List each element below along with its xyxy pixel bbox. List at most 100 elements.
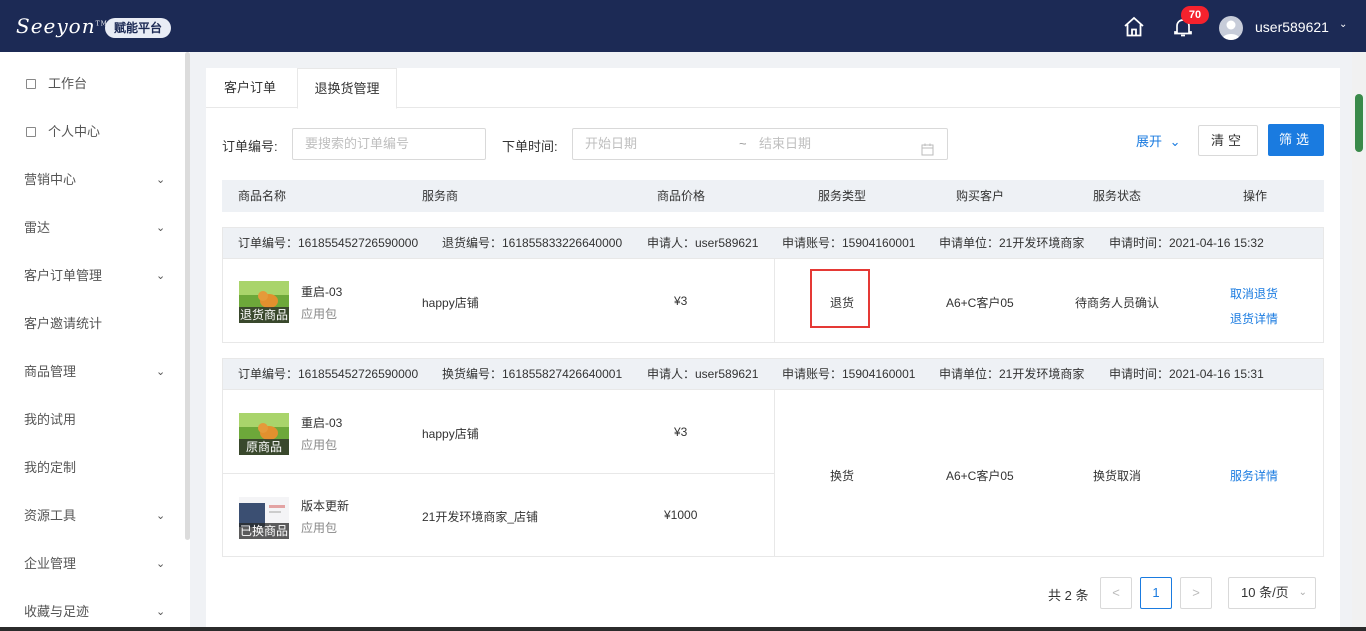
sidebar-item-workbench[interactable]: 工作台 bbox=[0, 60, 186, 108]
top-bar: SeeyonTM 赋能平台 70 user589621 ⌄ bbox=[0, 0, 1366, 52]
service-provider: 21开发环境商家_店铺 bbox=[422, 510, 539, 524]
product-thumbnail[interactable]: 原商品 bbox=[239, 413, 289, 455]
order-no-input[interactable]: 要搜索的订单编号 bbox=[292, 128, 486, 160]
tab-customer-orders[interactable]: 客户订单 bbox=[206, 68, 294, 108]
expand-label: 展开 bbox=[1136, 134, 1163, 149]
start-date-input[interactable]: 开始日期 bbox=[585, 129, 637, 159]
order-header: 订单编号：161855452726590000 换货编号：16185582742… bbox=[222, 358, 1324, 390]
sidebar-item-my-trials[interactable]: 我的试用 bbox=[0, 396, 186, 444]
sidebar-item-label: 营销中心 bbox=[24, 172, 77, 187]
calendar-icon bbox=[921, 137, 934, 156]
column-header: 服务类型 bbox=[818, 189, 867, 203]
tab-bar: 客户订单 退换货管理 bbox=[206, 68, 1340, 109]
avatar[interactable] bbox=[1219, 16, 1243, 40]
sidebar-item-product-management[interactable]: 商品管理 ⌄ bbox=[0, 348, 186, 396]
chevron-down-icon: ⌄ bbox=[1169, 134, 1181, 149]
square-icon bbox=[26, 79, 36, 89]
prev-page-button[interactable]: < bbox=[1100, 577, 1132, 609]
product-type: 应用包 bbox=[301, 521, 338, 535]
product-type: 应用包 bbox=[301, 438, 338, 452]
apply-time: 申请时间：2021-04-16 15:31 bbox=[1109, 367, 1264, 381]
service-details-link[interactable]: 服务详情 bbox=[1230, 467, 1278, 484]
sidebar-item-label: 雷达 bbox=[24, 220, 51, 235]
column-header: 操作 bbox=[1243, 189, 1268, 203]
sidebar-item-enterprise[interactable]: 企业管理 ⌄ bbox=[0, 540, 186, 588]
product-name[interactable]: 重启-03 bbox=[301, 283, 342, 300]
sidebar-item-invite-stats[interactable]: 客户邀请统计 bbox=[0, 300, 186, 348]
sidebar-item-my-customization[interactable]: 我的定制 bbox=[0, 444, 186, 492]
thumbnail-label: 已换商品 bbox=[239, 523, 289, 539]
buyer-customer: A6+C客户05 bbox=[946, 296, 1014, 310]
seeyon-logo[interactable]: SeeyonTM bbox=[16, 14, 108, 38]
home-icon[interactable] bbox=[1122, 15, 1146, 39]
product-thumbnail[interactable]: 退货商品 bbox=[239, 281, 289, 323]
sidebar-item-marketing[interactable]: 营销中心 ⌄ bbox=[0, 156, 186, 204]
sidebar-item-resource-tools[interactable]: 资源工具 ⌄ bbox=[0, 492, 186, 540]
sidebar-item-label: 我的定制 bbox=[24, 460, 77, 475]
sidebar-item-favorites[interactable]: 收藏与足迹 ⌄ bbox=[0, 588, 186, 631]
thumbnail-label: 退货商品 bbox=[239, 307, 289, 323]
row-divider bbox=[223, 473, 774, 474]
sidebar-item-personal-center[interactable]: 个人中心 bbox=[0, 108, 186, 156]
order-no-placeholder: 要搜索的订单编号 bbox=[305, 136, 410, 151]
window-bottom-edge bbox=[0, 627, 1366, 631]
chevron-down-icon: ⌄ bbox=[1298, 587, 1307, 598]
buyer-customer: A6+C客户05 bbox=[946, 469, 1014, 483]
table-header: 商品名称 服务商 商品价格 服务类型 购买客户 服务状态 操作 bbox=[222, 180, 1324, 212]
date-range-separator: ~ bbox=[739, 136, 747, 151]
return-details-link[interactable]: 退货详情 bbox=[1230, 310, 1278, 327]
platform-badge: 赋能平台 bbox=[105, 18, 172, 38]
product-name[interactable]: 重启-03 bbox=[301, 414, 342, 431]
expand-button[interactable]: 展开 ⌄ bbox=[1136, 131, 1181, 150]
service-number: 退货编号：161855833226640000 bbox=[442, 236, 623, 250]
chevron-down-icon: ⌄ bbox=[156, 270, 166, 282]
chevron-down-icon: ⌄ bbox=[156, 510, 166, 522]
username[interactable]: user589621 bbox=[1255, 19, 1329, 35]
apply-account: 申请账号：15904160001 bbox=[782, 236, 916, 250]
product-type: 应用包 bbox=[301, 307, 338, 321]
thumbnail-label: 原商品 bbox=[239, 439, 289, 455]
product-price: ¥3 bbox=[674, 425, 688, 439]
sidebar-item-customer-orders[interactable]: 客户订单管理 ⌄ bbox=[0, 252, 186, 300]
sidebar-item-label: 工作台 bbox=[48, 76, 88, 91]
end-date-input[interactable]: 结束日期 bbox=[759, 129, 811, 159]
cell-divider bbox=[774, 259, 775, 342]
apply-time: 申请时间：2021-04-16 15:32 bbox=[1109, 236, 1264, 250]
order-number: 订单编号：161855452726590000 bbox=[238, 367, 419, 381]
product-name[interactable]: 版本更新 bbox=[301, 497, 349, 514]
sidebar-item-label: 客户邀请统计 bbox=[24, 316, 103, 331]
service-type: 退货 bbox=[830, 296, 855, 310]
page-size-value: 10 条/页 bbox=[1241, 585, 1289, 600]
column-header: 购买客户 bbox=[956, 189, 1005, 203]
service-provider: happy店铺 bbox=[422, 296, 479, 310]
date-range-picker[interactable]: 开始日期 ~ 结束日期 bbox=[572, 128, 948, 160]
page-size-select[interactable]: 10 条/页 ⌄ bbox=[1228, 577, 1316, 609]
service-number: 换货编号：161855827426640001 bbox=[442, 367, 623, 381]
tab-returns-exchanges[interactable]: 退换货管理 bbox=[297, 68, 397, 109]
product-price: ¥3 bbox=[674, 294, 688, 308]
cancel-return-link[interactable]: 取消退货 bbox=[1230, 285, 1278, 302]
sidebar-item-radar[interactable]: 雷达 ⌄ bbox=[0, 204, 186, 252]
chevron-down-icon: ⌄ bbox=[156, 366, 166, 378]
square-icon bbox=[26, 127, 36, 137]
chevron-down-icon: ⌄ bbox=[156, 558, 166, 570]
notification-badge: 70 bbox=[1181, 6, 1209, 24]
chevron-down-icon: ⌄ bbox=[156, 174, 166, 186]
logo-text: Seeyon bbox=[16, 14, 96, 38]
page-button[interactable]: 1 bbox=[1140, 577, 1172, 609]
clear-button[interactable]: 清空 bbox=[1198, 125, 1258, 156]
order-row bbox=[222, 390, 1324, 557]
sidebar-item-label: 资源工具 bbox=[24, 508, 77, 523]
product-thumbnail[interactable]: 已换商品 bbox=[239, 497, 289, 539]
apply-unit: 申请单位：21开发环境商家 bbox=[939, 367, 1085, 381]
main-scrollbar-thumb[interactable] bbox=[1355, 94, 1363, 152]
filter-button[interactable]: 筛选 bbox=[1268, 124, 1324, 156]
chevron-down-icon[interactable]: ⌄ bbox=[1339, 19, 1347, 30]
sidebar-item-label: 个人中心 bbox=[48, 124, 101, 139]
sidebar-scrollbar[interactable] bbox=[185, 52, 190, 540]
column-header: 商品价格 bbox=[657, 189, 706, 203]
sidebar-item-label: 我的试用 bbox=[24, 412, 77, 427]
service-type: 换货 bbox=[830, 469, 855, 483]
next-page-button[interactable]: > bbox=[1180, 577, 1212, 609]
sidebar-item-label: 收藏与足迹 bbox=[24, 604, 90, 619]
